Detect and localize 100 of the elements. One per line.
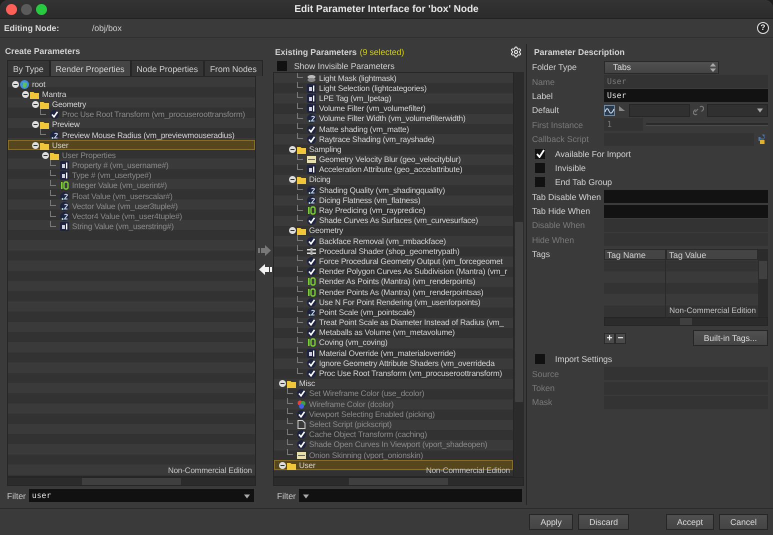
tree-item[interactable]: Geometry xyxy=(274,226,513,236)
remove-parameter-button[interactable] xyxy=(258,264,272,274)
tree-item[interactable]: Vector4 Value (vm_user4tuple#) xyxy=(8,211,255,222)
tree-item[interactable]: Onion Skinning (vport_onionskin) xyxy=(274,450,513,460)
dropdown-caret-icon[interactable] xyxy=(302,492,310,500)
tree-item[interactable]: Render As Points (Mantra) (vm_renderpoints) xyxy=(274,276,513,287)
collapse-icon[interactable] xyxy=(278,380,286,388)
filter-field[interactable] xyxy=(298,489,522,502)
tree-item[interactable]: Dicing Flatness (vm_flatness) xyxy=(274,195,513,206)
collapse-icon[interactable] xyxy=(288,227,296,234)
zoom-button[interactable] xyxy=(36,4,47,14)
checkbox[interactable] xyxy=(535,354,545,364)
filter-field[interactable]: user xyxy=(28,489,254,502)
tree-item[interactable]: Volume Filter Width (vm_volumefilterwidth) xyxy=(274,114,513,124)
scrollbar[interactable] xyxy=(7,477,256,486)
collapse-icon[interactable] xyxy=(12,80,18,88)
collapse-icon[interactable] xyxy=(32,100,38,108)
tree-item[interactable]: Cache Object Transform (caching) xyxy=(274,430,513,440)
text-field[interactable] xyxy=(604,190,768,204)
tree-item[interactable]: Proc Use Root Transform (vm_procuseroottransform) xyxy=(274,368,513,379)
tree-item[interactable]: Dicing xyxy=(274,174,513,186)
tree-item[interactable]: Coving (vm_coving) xyxy=(274,338,513,348)
tree-item[interactable]: Render Points As (Mantra) (vm_renderpointsas) xyxy=(274,286,513,298)
scrollbar[interactable] xyxy=(514,72,524,477)
checkbox[interactable] xyxy=(535,148,545,159)
collapse-icon[interactable] xyxy=(288,176,296,184)
remove-button[interactable]: − xyxy=(615,332,626,344)
checkbox[interactable] xyxy=(535,177,545,188)
help-button[interactable]: ? xyxy=(757,22,769,34)
dialog-button[interactable]: Cancel xyxy=(719,514,768,530)
text-field[interactable] xyxy=(604,204,768,218)
tree-item[interactable]: Material Override (vm_materialoverride) xyxy=(274,348,513,358)
tree-item[interactable]: Shade Curves As Surfaces (vm_curvesurface) xyxy=(274,216,513,226)
dropdown-caret-icon[interactable] xyxy=(243,492,251,500)
built-in-tags-button[interactable]: Built-in Tags... xyxy=(692,330,768,346)
tree-item[interactable]: Matte shading (vm_matte) xyxy=(274,124,513,134)
tab[interactable]: Render Properties xyxy=(50,60,131,76)
folder-type-dropdown[interactable]: Tabs xyxy=(604,60,719,74)
collapse-icon[interactable] xyxy=(32,142,38,149)
tree-item[interactable]: Proc Use Root Transform (vm_procuseroottransform) xyxy=(8,110,255,120)
tree-item[interactable]: Metaballs as Volume (vm_metavolume) xyxy=(274,328,513,338)
tree-item[interactable]: Procedural Shader (shop_geometrypath) xyxy=(274,246,513,256)
tree-item[interactable]: Light Selection (lightcategories) xyxy=(274,83,513,94)
collapse-icon[interactable] xyxy=(278,462,286,469)
dialog-button[interactable]: Discard xyxy=(578,514,629,530)
dialog-button[interactable]: Accept xyxy=(666,514,714,530)
tree-item[interactable]: Point Scale (vm_pointscale) xyxy=(274,307,513,318)
tree-item[interactable]: Treat Point Scale as Diameter Instead of Radius (vm_ xyxy=(274,318,513,328)
tree-item[interactable]: User xyxy=(8,140,255,150)
tree-item[interactable]: Light Mask (lightmask) xyxy=(274,73,513,84)
close-button[interactable] xyxy=(6,4,17,14)
settings-icon[interactable] xyxy=(510,46,522,58)
tree-item[interactable]: Acceleration Attribute (geo_accelattribute) xyxy=(274,164,513,175)
tree-item[interactable]: Geometry Velocity Blur (geo_velocityblur) xyxy=(274,154,513,165)
curve-icon[interactable] xyxy=(604,104,615,116)
tab[interactable]: By Type xyxy=(7,60,50,76)
tree-item[interactable]: Viewport Selecting Enabled (picking) xyxy=(274,409,513,420)
tab[interactable]: From Nodes xyxy=(204,60,263,76)
tree-item[interactable]: Preview Mouse Radius (vm_previewmouseradius) xyxy=(8,130,255,140)
dropdown-caret-icon[interactable] xyxy=(756,106,764,114)
tree-item[interactable]: LPE Tag (vm_lpetag) xyxy=(274,93,513,104)
checkbox[interactable] xyxy=(535,162,545,173)
tree-item[interactable]: Shading Quality (vm_shadingquality) xyxy=(274,185,513,196)
tree-item[interactable]: Misc xyxy=(274,378,513,389)
tree-item[interactable]: root xyxy=(8,79,255,90)
spinner-arrows-icon[interactable] xyxy=(710,62,716,72)
collapse-icon[interactable] xyxy=(32,121,38,128)
column-header[interactable]: Tag Value xyxy=(666,249,758,260)
tree-item[interactable]: Float Value (vm_userscalar#) xyxy=(8,191,255,202)
add-button[interactable]: + xyxy=(604,332,615,344)
tree-item[interactable]: User Properties xyxy=(8,150,255,160)
scrollbar[interactable] xyxy=(604,317,768,326)
collapse-icon[interactable] xyxy=(22,90,28,98)
link-icon[interactable] xyxy=(693,104,704,116)
tree-item[interactable]: Sampling xyxy=(274,144,513,154)
tree-item[interactable]: Set Wireframe Color (use_dcolor) xyxy=(274,388,513,399)
tree-item[interactable]: Ignore Geometry Attribute Shaders (vm_overrideda xyxy=(274,358,513,368)
tree-item[interactable]: Backface Removal (vm_rmbackface) xyxy=(274,236,513,246)
tree-item[interactable]: Ray Predicing (vm_raypredice) xyxy=(274,205,513,216)
minimize-button[interactable] xyxy=(21,4,32,14)
dialog-button[interactable]: Apply xyxy=(529,514,574,530)
tree-item[interactable]: Preview xyxy=(8,120,255,130)
tags-table[interactable]: Tag Name Tag Value Non-Commercial Edition xyxy=(604,249,768,318)
default-field[interactable] xyxy=(629,104,690,117)
checkbox[interactable] xyxy=(277,60,287,70)
tree-item[interactable]: Volume Filter (vm_volumefilter) xyxy=(274,104,513,114)
collapse-icon[interactable] xyxy=(42,152,48,159)
filter-label: Filter xyxy=(7,490,26,500)
tree-item[interactable]: Render Polygon Curves As Subdivision (Mantra) (vm_r xyxy=(274,266,513,277)
tree-item[interactable]: Raytrace Shading (vm_rayshade) xyxy=(274,134,513,144)
tab[interactable]: Node Properties xyxy=(130,60,204,76)
column-header[interactable]: Tag Name xyxy=(604,249,666,260)
tree-item[interactable]: Use N For Point Rendering (vm_usenforpoints) xyxy=(274,297,513,308)
tree-item[interactable]: Mantra xyxy=(8,89,255,100)
scrollbar[interactable] xyxy=(273,477,524,486)
tree-item[interactable]: Geometry xyxy=(8,99,255,110)
tree-item[interactable]: Type # (vm_usertype#) xyxy=(8,170,255,181)
collapse-icon[interactable] xyxy=(288,146,296,153)
text-field[interactable]: User xyxy=(604,89,768,102)
tree-item[interactable]: Force Procedural Geometry Output (vm_forcegeomet xyxy=(274,256,513,267)
